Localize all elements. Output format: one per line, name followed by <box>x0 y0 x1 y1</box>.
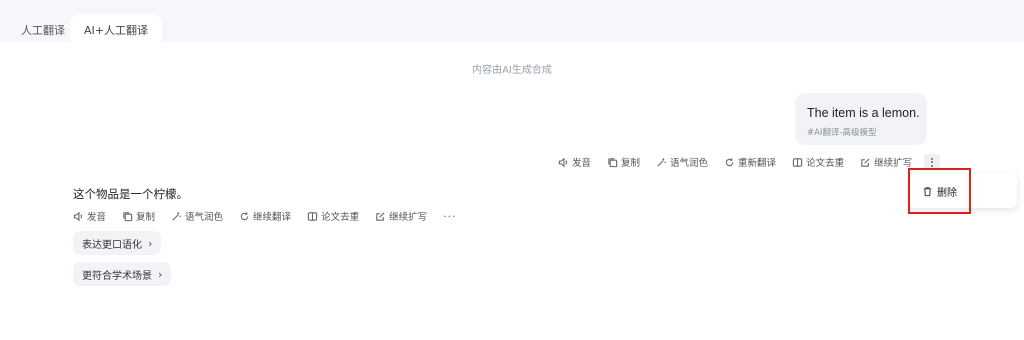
user-message-bubble: The item is a lemon. #AI翻译-高级模型 <box>795 93 927 145</box>
message-action-bar: 发音 复制 语气润色 重新翻译 论文去重 继续扩写 <box>558 154 941 170</box>
retranslate-label: 重新翻译 <box>738 158 777 169</box>
result-speak-button[interactable]: 发音 <box>73 209 106 223</box>
tab-human-translation[interactable]: 人工翻译 <box>18 14 68 42</box>
tone-polish-button[interactable]: 语气润色 <box>656 155 708 169</box>
continue-translate-label: 继续翻译 <box>253 212 292 223</box>
result-more-button[interactable]: ··· <box>443 210 457 223</box>
copy-button[interactable]: 复制 <box>607 155 640 169</box>
book-icon <box>792 157 803 167</box>
suggestion-chip-academic[interactable]: 更符合学术场景 › <box>73 262 172 286</box>
suggestion-label: 更符合学术场景 <box>82 270 152 282</box>
result-speak-label: 发音 <box>87 212 107 223</box>
result-dedupe-button[interactable]: 论文去重 <box>307 209 359 223</box>
suggestion-chip-colloquial[interactable]: 表达更口语化 › <box>73 231 162 255</box>
result-action-bar: 发音 复制 语气润色 继续翻译 论文去重 继续扩写 ··· <box>73 209 457 223</box>
retranslate-button[interactable]: 重新翻译 <box>724 155 776 169</box>
speak-label: 发音 <box>572 158 592 169</box>
more-vertical-icon <box>931 157 934 160</box>
expand-label: 继续扩写 <box>874 158 913 169</box>
suggestion-label: 表达更口语化 <box>82 239 142 251</box>
result-dedupe-label: 论文去重 <box>321 212 360 223</box>
book-icon <box>307 211 318 221</box>
result-tone-polish-button[interactable]: 语气润色 <box>171 209 223 223</box>
chevron-right-icon: › <box>148 236 153 250</box>
result-copy-label: 复制 <box>136 212 156 223</box>
dedupe-label: 论文去重 <box>806 158 845 169</box>
speaker-icon <box>73 211 83 221</box>
continue-translate-button[interactable]: 继续翻译 <box>239 209 291 223</box>
tab-bar: 人工翻译 AI+人工翻译 <box>0 0 1024 42</box>
refresh-icon <box>240 211 249 220</box>
magic-wand-icon <box>172 211 181 221</box>
copy-icon <box>123 211 133 221</box>
speaker-icon <box>558 157 568 167</box>
tone-polish-label: 语气润色 <box>670 158 709 169</box>
translation-result: 这个物品是一个柠檬。 <box>73 187 188 201</box>
ai-generated-notice: 内容由AI生成合成 <box>472 65 552 76</box>
edit-icon <box>861 157 870 167</box>
model-tag: #AI翻译-高级模型 <box>807 128 877 138</box>
refresh-icon <box>725 157 734 166</box>
result-tone-polish-label: 语气润色 <box>185 212 224 223</box>
result-expand-label: 继续扩写 <box>389 212 428 223</box>
highlight-box <box>908 168 971 214</box>
result-expand-button[interactable]: 继续扩写 <box>375 209 427 223</box>
tab-ai-human-translation[interactable]: AI+人工翻译 <box>70 14 162 42</box>
magic-wand-icon <box>657 157 666 167</box>
dedupe-button[interactable]: 论文去重 <box>792 155 844 169</box>
user-message-text: The item is a lemon. <box>807 106 920 120</box>
result-copy-button[interactable]: 复制 <box>122 209 155 223</box>
copy-icon <box>608 157 618 167</box>
expand-button[interactable]: 继续扩写 <box>860 155 912 169</box>
edit-icon <box>376 211 385 221</box>
copy-label: 复制 <box>621 158 641 169</box>
speak-button[interactable]: 发音 <box>558 155 591 169</box>
chevron-right-icon: › <box>158 267 163 281</box>
